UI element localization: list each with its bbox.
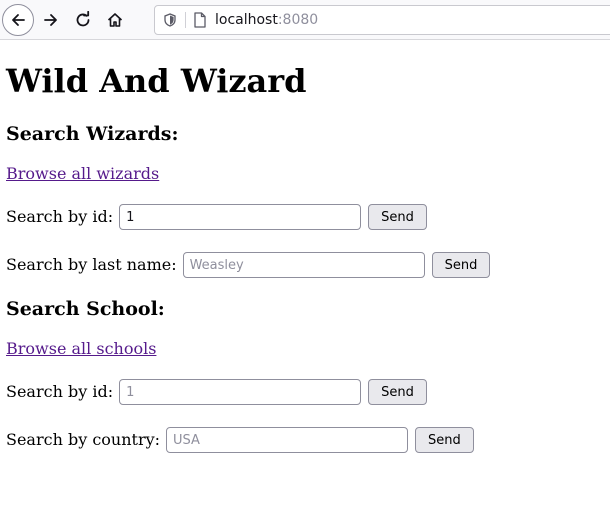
home-icon [107,13,123,27]
wizard-lastname-send-button[interactable]: Send [431,252,491,278]
school-country-input[interactable] [166,427,409,453]
arrow-left-icon [12,14,25,26]
wizard-lastname-label: Search by last name: [6,255,177,274]
reload-icon [76,11,90,27]
url-separator [185,12,186,28]
page-title: Wild And Wizard [6,62,307,100]
browse-schools-link[interactable]: Browse all schools [6,339,156,359]
school-id-send-button[interactable]: Send [368,379,427,405]
forward-button[interactable] [35,4,67,36]
home-button[interactable] [99,4,131,36]
url-port: :8080 [277,12,319,28]
wizard-lastname-input[interactable] [182,252,425,278]
school-id-search-row: Search by id: Send [6,378,427,406]
school-country-label: Search by country: [6,430,161,449]
wizard-id-send-button[interactable]: Send [368,204,427,230]
arrow-right-icon [44,14,57,26]
url-host: localhost [215,12,278,28]
reload-button[interactable] [67,4,99,36]
browser-toolbar: localhost:8080 [0,0,610,40]
browse-wizards-link[interactable]: Browse all wizards [6,164,159,184]
school-id-label: Search by id: [6,382,114,401]
wizard-lastname-search-row: Search by last name: Send [6,251,491,279]
wizard-id-label: Search by id: [6,207,114,226]
school-country-send-button[interactable]: Send [415,427,474,453]
school-heading: Search School: [6,298,165,320]
back-button[interactable] [2,4,34,36]
wizards-heading: Search Wizards: [6,123,179,145]
school-id-input[interactable] [119,379,362,405]
url-bar[interactable]: localhost:8080 [154,5,610,35]
shield-icon[interactable] [163,13,177,27]
wizard-id-input[interactable] [119,204,362,230]
wizard-id-search-row: Search by id: Send [6,203,427,231]
school-country-search-row: Search by country: Send [6,426,474,454]
page-icon [193,12,207,28]
